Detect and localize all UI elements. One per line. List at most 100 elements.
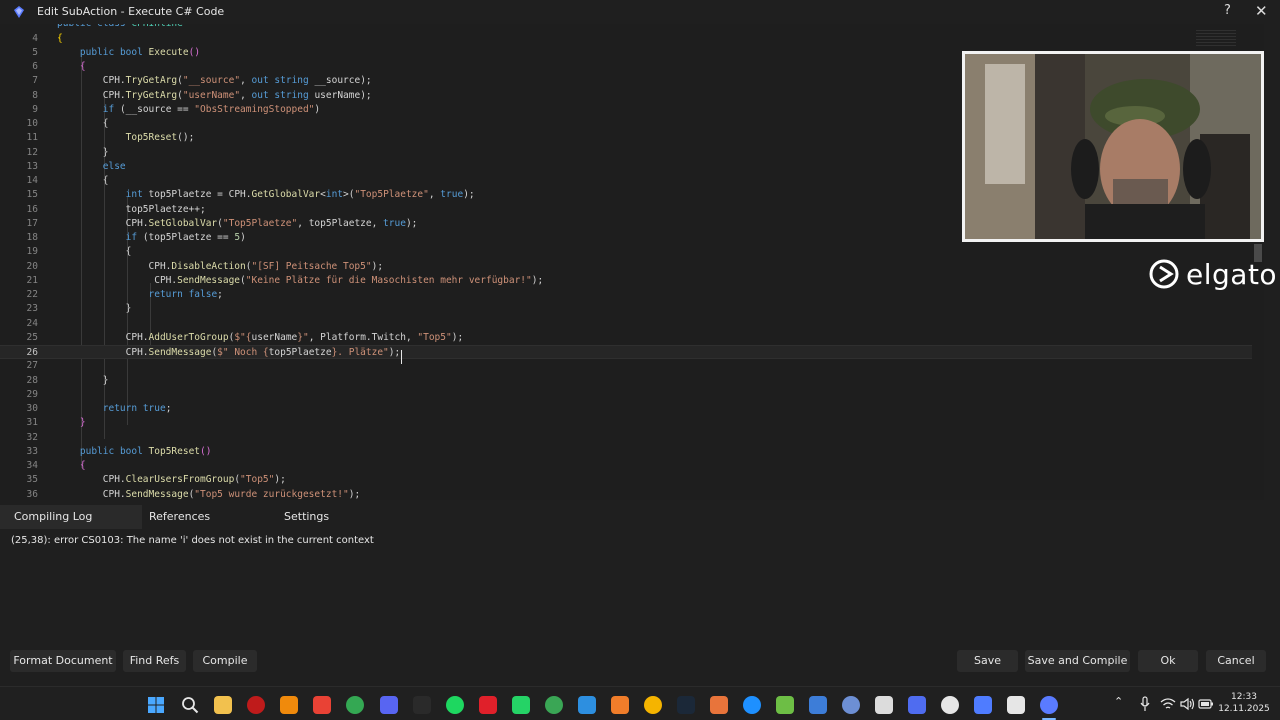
close-button[interactable]: ✕ <box>1255 2 1268 20</box>
windows-start-icon[interactable] <box>147 696 165 714</box>
format-document-button[interactable]: Format Document <box>10 650 116 672</box>
code-line[interactable]: 33 public bool Top5Reset() <box>0 445 1264 459</box>
code-token: $"{ <box>234 331 252 343</box>
obs-icon[interactable] <box>875 696 893 714</box>
line-number: 34 <box>26 460 38 472</box>
volume-icon[interactable] <box>1180 697 1196 711</box>
code-token: ); <box>463 189 475 201</box>
code-token: , Platform.Twitch, <box>308 331 418 343</box>
code-token: false <box>188 289 218 301</box>
code-line[interactable]: 32 <box>0 431 1264 445</box>
bottom-tab-bar: Compiling Log References Settings <box>0 505 1280 529</box>
code-token: ); <box>388 347 401 359</box>
ok-button[interactable]: Ok <box>1138 650 1198 672</box>
code-line[interactable]: 25 CPH.AddUserToGroup($"{userName}", Pla… <box>0 331 1264 345</box>
code-line[interactable]: 26 CPH.SendMessage($" Noch {top5Plaetze}… <box>0 345 1264 360</box>
code-text: if (__source == "ObsStreamingStopped") <box>57 103 320 117</box>
stream-deck-icon[interactable] <box>974 696 992 714</box>
wifi-icon[interactable] <box>1160 697 1176 711</box>
vlc-icon[interactable] <box>280 696 298 714</box>
compile-log-panel: (25,38): error CS0103: The name 'i' does… <box>0 529 1280 641</box>
code-token: SendMessage <box>148 347 212 359</box>
code-line[interactable]: 27 <box>0 359 1264 373</box>
code-line[interactable]: 28 } <box>0 374 1264 388</box>
microphone-icon[interactable] <box>1140 696 1150 712</box>
code-line[interactable]: 36 CPH.SendMessage("Top5 wurde zurückges… <box>0 488 1264 500</box>
whatsapp-icon[interactable] <box>512 696 530 714</box>
code-token: userName); <box>314 89 372 101</box>
code-text: CPH.SendMessage("Keine Plätze für die Ma… <box>57 274 543 288</box>
spotify-icon[interactable] <box>446 696 464 714</box>
code-token: ); <box>371 260 384 272</box>
code-token: CPH. <box>57 274 178 286</box>
battery-icon[interactable] <box>1198 698 1214 710</box>
code-line[interactable]: 23 } <box>0 302 1264 316</box>
code-line[interactable]: 22 return false; <box>0 288 1264 302</box>
code-line[interactable]: 24 <box>0 317 1264 331</box>
tab-compiling-log[interactable]: Compiling Log <box>0 505 142 529</box>
save-button[interactable]: Save <box>957 650 1018 672</box>
find-refs-button[interactable]: Find Refs <box>123 650 186 672</box>
line-number: 24 <box>26 317 38 329</box>
line-number: 21 <box>26 274 38 286</box>
code-line[interactable]: 4{ <box>0 32 1264 46</box>
streamerbot-active-icon[interactable] <box>1040 696 1058 714</box>
minimap[interactable] <box>1196 30 1236 48</box>
streamerbot-icon[interactable] <box>908 696 926 714</box>
code-line[interactable]: 35 CPH.ClearUsersFromGroup("Top5"); <box>0 473 1264 487</box>
code-token: CPH. <box>57 347 149 359</box>
code-token: true <box>440 189 464 201</box>
line-number: 15 <box>26 189 38 201</box>
filezilla-icon[interactable] <box>247 696 265 714</box>
epic-games-icon[interactable] <box>413 696 431 714</box>
line-number: 28 <box>26 374 38 386</box>
tray-overflow-chevron-icon[interactable]: ⌃ <box>1114 695 1123 708</box>
code-line[interactable]: 21 CPH.SendMessage("Keine Plätze für die… <box>0 274 1264 288</box>
code-line[interactable]: 20 CPH.DisableAction("[SF] Peitsache Top… <box>0 260 1264 274</box>
code-text: CPH.TryGetArg("__source", out string __s… <box>57 74 372 88</box>
red-app-icon[interactable] <box>479 696 497 714</box>
code-token: CPH. <box>57 75 126 87</box>
chrome-alt-icon[interactable] <box>346 696 364 714</box>
code-token: public <box>79 445 120 457</box>
clock-time: 12:33 <box>1231 692 1257 702</box>
monitor-tool-icon[interactable] <box>842 696 860 714</box>
line-number: 25 <box>26 331 38 343</box>
rockstar-icon[interactable] <box>644 696 662 714</box>
compile-button[interactable]: Compile <box>193 650 257 672</box>
file-explorer-icon[interactable] <box>214 696 232 714</box>
discord-icon[interactable] <box>380 696 398 714</box>
orange-app-icon[interactable] <box>611 696 629 714</box>
green-editor-icon[interactable] <box>545 696 563 714</box>
vscode-icon[interactable] <box>578 696 596 714</box>
search-icon[interactable] <box>181 696 199 714</box>
code-line[interactable]: 30 return true; <box>0 402 1264 416</box>
wave-link-icon[interactable] <box>1007 696 1025 714</box>
save-and-compile-button[interactable]: Save and Compile <box>1025 650 1130 672</box>
code-line[interactable]: 34 { <box>0 459 1264 473</box>
code-line[interactable]: 29 <box>0 388 1264 402</box>
system-clock[interactable]: 12:33 12.11.2025 <box>1218 691 1270 715</box>
cancel-button[interactable]: Cancel <box>1206 650 1266 672</box>
code-text: } <box>57 416 86 430</box>
steam-icon[interactable] <box>677 696 695 714</box>
code-token: out <box>251 89 275 101</box>
code-text: CPH.SendMessage($" Noch {top5Plaetze}. P… <box>57 346 401 360</box>
blue-orb-icon[interactable] <box>809 696 827 714</box>
blue-square-icon[interactable] <box>743 696 761 714</box>
code-token: return <box>148 289 189 301</box>
code-line[interactable]: 19 { <box>0 245 1264 259</box>
tab-references[interactable]: References <box>135 505 255 529</box>
help-button[interactable]: ? <box>1224 3 1231 18</box>
camera-hub-icon[interactable] <box>941 696 959 714</box>
compile-error-message: (25,38): error CS0103: The name 'i' does… <box>11 535 374 546</box>
xbox-orange-icon[interactable] <box>710 696 728 714</box>
tab-settings[interactable]: Settings <box>270 505 380 529</box>
code-line[interactable]: public class CPHInline <box>0 24 1264 31</box>
cube-icon[interactable] <box>776 696 794 714</box>
code-token: Top5Reset <box>125 132 178 144</box>
code-line[interactable]: 31 } <box>0 416 1264 430</box>
chrome-icon[interactable] <box>313 696 331 714</box>
